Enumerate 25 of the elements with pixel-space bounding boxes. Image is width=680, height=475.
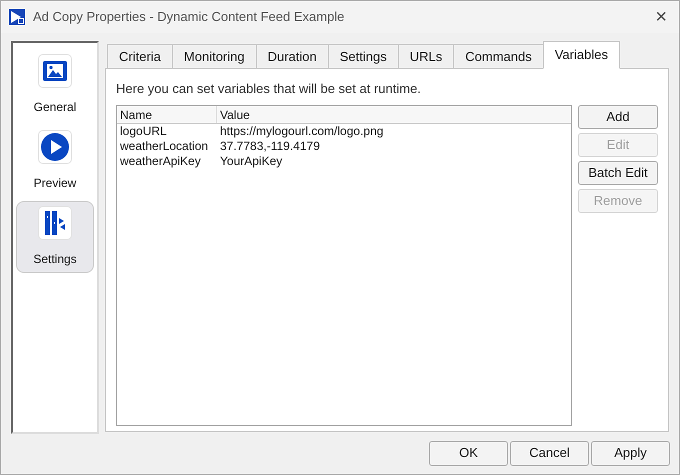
sidebar-item[interactable]: General [16,49,94,121]
app-icon [9,9,25,25]
tab[interactable]: Variables [542,41,620,69]
play-icon [40,132,70,162]
close-button[interactable]: × [651,7,671,27]
column-header: Name [117,106,217,122]
dialog-button[interactable]: Apply [591,440,670,466]
sidebar-item[interactable]: Preview [16,125,94,197]
sidebar-item[interactable]: Settings [16,201,94,273]
table-cell-text: logoURL [119,124,168,138]
table-cell-text: weatherLocation [119,138,210,154]
tab[interactable]: Criteria [107,44,173,69]
film-image-icon [42,60,68,82]
table-cell-text: YourApiKey [219,154,284,168]
action-button[interactable]: Add [578,104,658,128]
table-cell-text: https://mylogourl.com/logo.png [219,124,384,138]
column-header: Value [219,106,251,122]
dialog-button[interactable]: OK [429,440,508,466]
window-title: Ad Copy Properties - Dynamic Content Feed Example [33,8,346,26]
table-cell-text: weatherApiKey [119,154,202,168]
description-text: Here you can set variables that will be set at runtime. [116,80,422,98]
dialog-button[interactable]: Cancel [510,440,589,466]
action-button[interactable]: Batch Edit [578,160,658,184]
columns-arrows-icon [44,210,66,236]
table-cell-text: 37.7783,-119.4179 [219,138,321,154]
